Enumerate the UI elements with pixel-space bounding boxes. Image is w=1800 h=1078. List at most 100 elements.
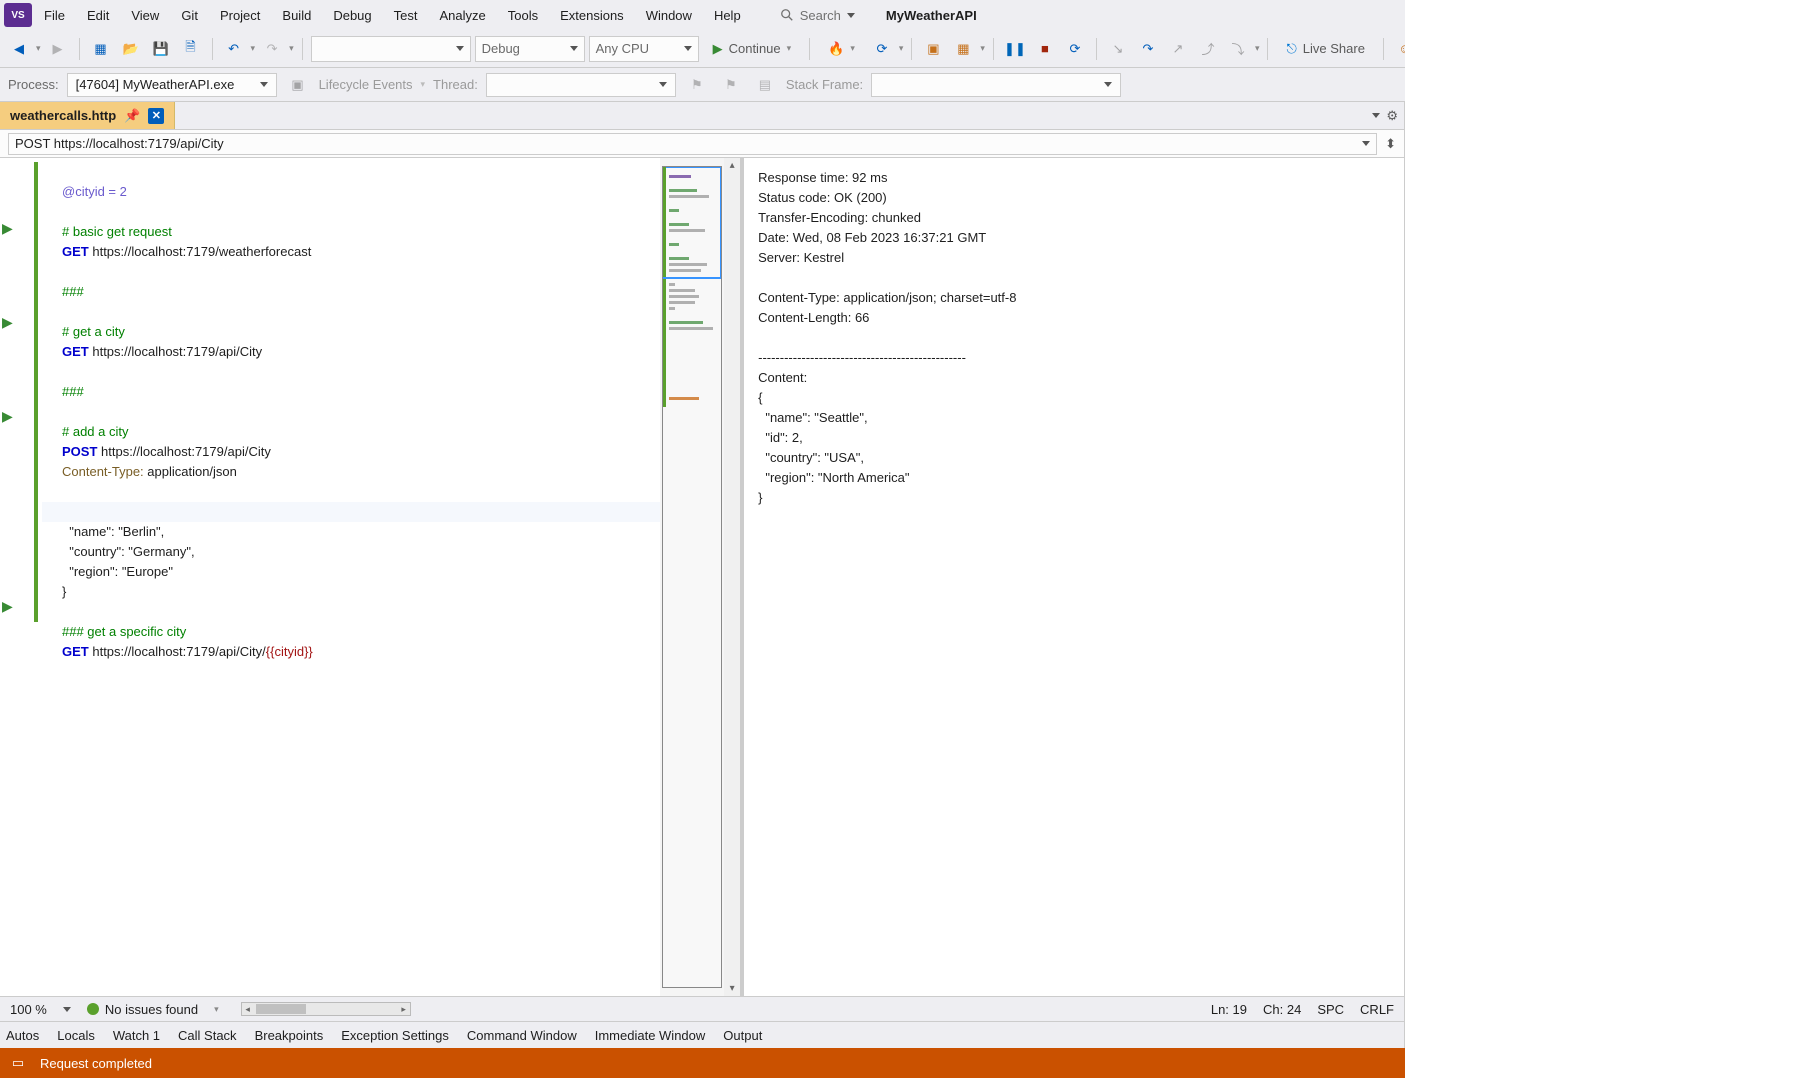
chevron-down-icon[interactable] [63, 1007, 71, 1012]
process-dropdown[interactable]: [47604] MyWeatherAPI.exe [67, 73, 277, 97]
stop-button[interactable]: ■ [1032, 36, 1058, 62]
redo-button[interactable]: ↷ [259, 36, 285, 62]
config-value: Debug [482, 41, 520, 56]
editor-gutter: ▶ ▶ ▶ ▶ [0, 158, 42, 996]
tool-tab-watch[interactable]: Watch 1 [113, 1028, 160, 1043]
platform-dropdown[interactable]: Any CPU [589, 36, 699, 62]
code-editor[interactable]: @cityid = 2 # basic get request GET http… [42, 158, 660, 996]
live-share-button[interactable]: ⎋Live Share [1276, 36, 1374, 62]
restart-button[interactable]: ⟳ [869, 36, 895, 62]
response-pane[interactable]: Response time: 92 ms Status code: OK (20… [744, 158, 1404, 996]
hot-reload-button[interactable]: 🔥▾ [818, 36, 865, 62]
menu-test[interactable]: Test [384, 4, 428, 27]
platform-value: Any CPU [596, 41, 649, 56]
step-into-icon[interactable]: ↘ [1105, 36, 1131, 62]
save-button[interactable]: 💾 [148, 36, 174, 62]
menu-project[interactable]: Project [210, 4, 270, 27]
project-name: MyWeatherAPI [886, 8, 977, 23]
chevron-down-icon [847, 13, 855, 18]
tool-tab-locals[interactable]: Locals [57, 1028, 95, 1043]
nav-value: POST https://localhost:7179/api/City [15, 136, 224, 151]
flag2-icon[interactable]: ⚑ [718, 72, 744, 98]
response-line: Response time: 92 ms [758, 170, 887, 185]
tool-tab-autos[interactable]: Autos [6, 1028, 39, 1043]
continue-label: Continue [729, 41, 781, 56]
live-share-label: Live Share [1303, 41, 1365, 56]
menu-window[interactable]: Window [636, 4, 702, 27]
tool-tab-immediate[interactable]: Immediate Window [595, 1028, 706, 1043]
open-file-button[interactable]: 📂 [118, 36, 144, 62]
lifecycle-icon[interactable]: ▣ [285, 72, 311, 98]
app-icon: VS [4, 3, 32, 27]
menu-help[interactable]: Help [704, 4, 751, 27]
editor-split: ▶ ▶ ▶ ▶ @cityid = 2 # basic get request … [0, 158, 1404, 996]
menu-file[interactable]: File [34, 4, 75, 27]
menu-extensions[interactable]: Extensions [550, 4, 634, 27]
tool-tab-callstack[interactable]: Call Stack [178, 1028, 237, 1043]
lifecycle-label: Lifecycle Events [319, 77, 413, 92]
tool-window-tabs: Autos Locals Watch 1 Call Stack Breakpoi… [0, 1021, 1404, 1048]
save-all-button[interactable]: 🗎 [178, 36, 204, 62]
step-over-button[interactable]: ↷ [1135, 36, 1161, 62]
tool-tab-output[interactable]: Output [723, 1028, 762, 1043]
thread-label: Thread: [433, 77, 478, 92]
step-icon2[interactable]: ⤵ [1225, 36, 1251, 62]
search-icon [780, 8, 794, 22]
menu-edit[interactable]: Edit [77, 4, 119, 27]
zoom-level[interactable]: 100 % [10, 1002, 47, 1017]
menu-debug[interactable]: Debug [323, 4, 381, 27]
tab-overflow-icon[interactable] [1372, 113, 1380, 118]
run-arrow-icon[interactable]: ▶ [2, 220, 13, 237]
process-value: [47604] MyWeatherAPI.exe [76, 77, 235, 92]
editor-column: weathercalls.http 📌 ✕ ⚙ POST https://loc… [0, 102, 1405, 1048]
new-item-button[interactable]: ▦ [88, 36, 114, 62]
thread-dropdown[interactable] [486, 73, 676, 97]
undo-button[interactable]: ↶ [221, 36, 247, 62]
editor-hscroll[interactable]: ◂▸ [241, 1002, 411, 1016]
step-icon[interactable]: ⤴ [1195, 36, 1221, 62]
file-tab-active[interactable]: weathercalls.http 📌 ✕ [0, 102, 175, 129]
nav-fwd-button[interactable]: ▶ [45, 36, 71, 62]
breakpoint-tb2-button[interactable]: ▦ [950, 36, 976, 62]
step-out-icon[interactable]: ↗ [1165, 36, 1191, 62]
editor-nav-bar: POST https://localhost:7179/api/City ⬍ [0, 130, 1404, 158]
split-editor-icon[interactable]: ⬍ [1385, 136, 1396, 152]
tab-gear-icon[interactable]: ⚙ [1386, 108, 1398, 124]
tab-close-icon[interactable]: ✕ [148, 108, 164, 124]
flag-icon[interactable]: ⚑ [684, 72, 710, 98]
continue-button[interactable]: ▶Continue▾ [703, 36, 802, 62]
pin-icon[interactable]: 📌 [124, 108, 140, 124]
tool-tab-breakpoints[interactable]: Breakpoints [255, 1028, 324, 1043]
pause-button[interactable]: ❚❚ [1002, 36, 1028, 62]
status-message: Request completed [40, 1056, 152, 1071]
search-box[interactable]: Search [769, 3, 866, 28]
config-dropdown[interactable]: Debug [475, 36, 585, 62]
menu-analyze[interactable]: Analyze [429, 4, 495, 27]
menu-view[interactable]: View [121, 4, 169, 27]
code-pane: ▶ ▶ ▶ ▶ @cityid = 2 # basic get request … [0, 158, 744, 996]
restart-debug-button[interactable]: ⟳ [1062, 36, 1088, 62]
minimap[interactable] [662, 166, 722, 988]
eol-indicator[interactable]: CRLF [1360, 1002, 1394, 1017]
run-arrow-icon[interactable]: ▶ [2, 408, 13, 425]
menu-tools[interactable]: Tools [498, 4, 548, 27]
menu-git[interactable]: Git [171, 4, 208, 27]
member-dropdown[interactable]: POST https://localhost:7179/api/City [8, 133, 1377, 155]
startup-dropdown[interactable] [311, 36, 471, 62]
stackframe-dropdown[interactable] [871, 73, 1121, 97]
tool-tab-command[interactable]: Command Window [467, 1028, 577, 1043]
tool-tab-exception[interactable]: Exception Settings [341, 1028, 449, 1043]
tab-filename: weathercalls.http [10, 108, 116, 123]
indent-indicator[interactable]: SPC [1317, 1002, 1344, 1017]
run-arrow-icon[interactable]: ▶ [2, 314, 13, 331]
col-indicator[interactable]: Ch: 24 [1263, 1002, 1301, 1017]
stack-icon[interactable]: ▤ [752, 72, 778, 98]
code-line: @cityid = 2 [62, 184, 127, 199]
breakpoint-tb1-button[interactable]: ▣ [920, 36, 946, 62]
menu-build[interactable]: Build [272, 4, 321, 27]
line-indicator[interactable]: Ln: 19 [1211, 1002, 1247, 1017]
editor-vscroll[interactable]: ▴ ▾ [724, 158, 740, 996]
issues-indicator[interactable]: No issues found [87, 1002, 198, 1017]
run-arrow-icon[interactable]: ▶ [2, 598, 13, 615]
nav-back-button[interactable]: ◀ [6, 36, 32, 62]
